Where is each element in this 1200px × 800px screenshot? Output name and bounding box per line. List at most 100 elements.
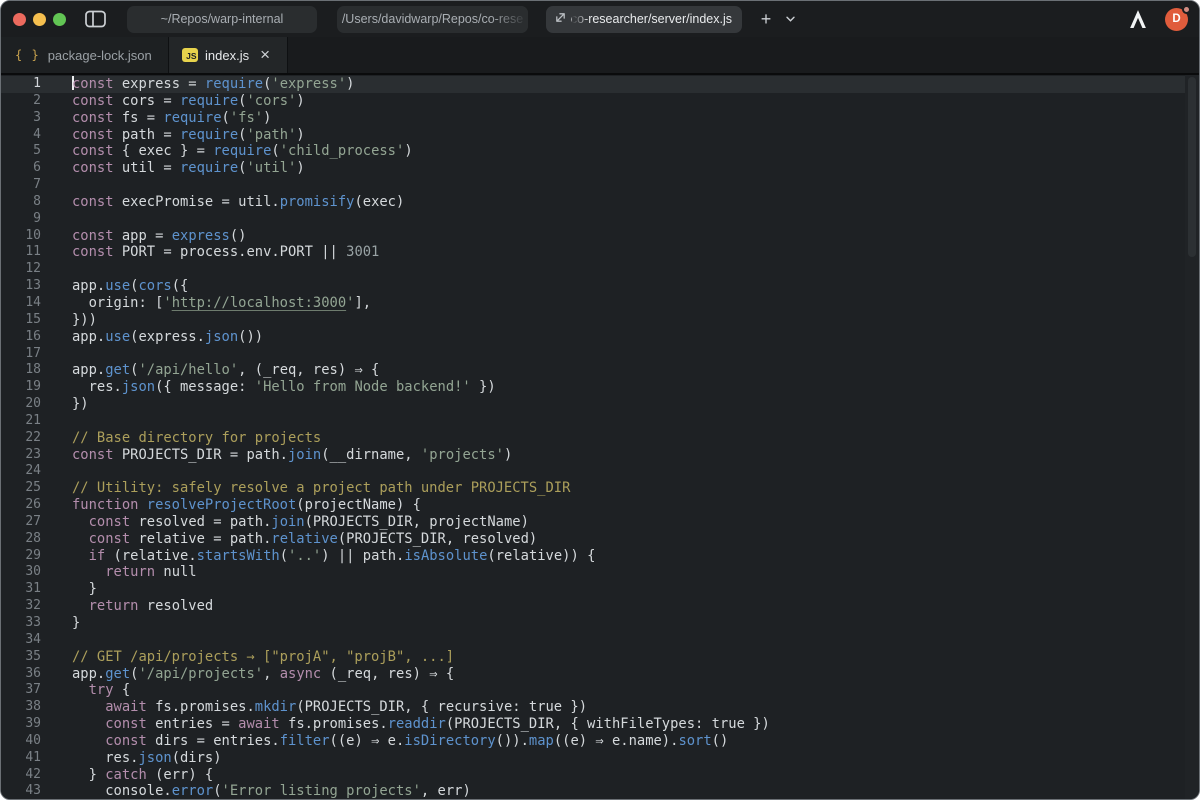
code-line[interactable]: 26function resolveProjectRoot(projectNam… — [1, 497, 1185, 514]
code-line[interactable]: 40 const dirs = entries.filter((e) ⇒ e.i… — [1, 733, 1185, 750]
line-number: 17 — [1, 346, 41, 363]
code-line[interactable]: 9 — [1, 211, 1185, 228]
code-text — [41, 177, 72, 194]
line-number: 41 — [1, 750, 41, 767]
code-line[interactable]: 11const PORT = process.env.PORT || 3001 — [1, 244, 1185, 261]
code-line[interactable]: 15})) — [1, 312, 1185, 329]
code-line[interactable]: 7 — [1, 177, 1185, 194]
new-tab-button[interactable]: + — [756, 7, 776, 31]
code-line[interactable]: 39 const entries = await fs.promises.rea… — [1, 716, 1185, 733]
line-number: 32 — [1, 598, 41, 615]
user-avatar[interactable]: D — [1165, 8, 1188, 31]
code-line[interactable]: 1const express = require('express') — [1, 76, 1185, 93]
warp-logo-icon[interactable] — [1125, 5, 1151, 33]
code-line[interactable]: 37 try { — [1, 682, 1185, 699]
sidebar-toggle-button[interactable] — [83, 7, 107, 31]
code-text: app.get('/api/projects', async (_req, re… — [41, 666, 454, 683]
code-text: // Utility: safely resolve a project pat… — [41, 480, 570, 497]
code-line[interactable]: 25// Utility: safely resolve a project p… — [1, 480, 1185, 497]
code-text: return null — [41, 564, 197, 581]
code-line[interactable]: 13app.use(cors({ — [1, 278, 1185, 295]
code-line[interactable]: 30 return null — [1, 564, 1185, 581]
code-line[interactable]: 5const { exec } = require('child_process… — [1, 143, 1185, 160]
line-number: 5 — [1, 143, 41, 160]
titlebar-tab-co-researcher[interactable]: /Users/davidwarp/Repos/co-rese — [337, 6, 528, 33]
minimize-window-button[interactable] — [33, 13, 46, 26]
code-text: } — [41, 615, 80, 632]
line-number: 18 — [1, 362, 41, 379]
code-line[interactable]: 19 res.json({ message: 'Hello from Node … — [1, 379, 1185, 396]
code-line[interactable]: 16app.use(express.json()) — [1, 329, 1185, 346]
line-number: 26 — [1, 497, 41, 514]
line-number: 10 — [1, 228, 41, 245]
file-tab-index-js-active[interactable]: JS index.js × — [169, 37, 288, 73]
titlebar-tab-label: /Users/davidwarp/Repos/co-rese — [342, 12, 523, 26]
code-text: console.error('Error listing projects', … — [41, 783, 471, 799]
code-text: res.json({ message: 'Hello from Node bac… — [41, 379, 496, 396]
code-line[interactable]: 36app.get('/api/projects', async (_req, … — [1, 666, 1185, 683]
code-text: // Base directory for projects — [41, 430, 321, 447]
titlebar-tab-index-js-active[interactable]: co-researcher/server/index.js — [546, 6, 742, 33]
line-number: 25 — [1, 480, 41, 497]
code-line[interactable]: 29 if (relative.startsWith('..') || path… — [1, 548, 1185, 565]
code-line[interactable]: 3const fs = require('fs') — [1, 110, 1185, 127]
file-tab-package-lock[interactable]: { } package-lock.json — [1, 37, 169, 73]
scrollbar[interactable] — [1185, 75, 1199, 799]
code-line[interactable]: 2const cors = require('cors') — [1, 93, 1185, 110]
code-line[interactable]: 34 — [1, 632, 1185, 649]
code-line[interactable]: 32 return resolved — [1, 598, 1185, 615]
code-text — [41, 413, 72, 430]
chevron-down-icon — [786, 16, 795, 22]
code-line[interactable]: 42 } catch (err) { — [1, 767, 1185, 784]
code-line[interactable]: 33} — [1, 615, 1185, 632]
code-line[interactable]: 31 } — [1, 581, 1185, 598]
traffic-lights — [13, 13, 66, 26]
code-text: try { — [41, 682, 130, 699]
code-line[interactable]: 20}) — [1, 396, 1185, 413]
expand-icon — [554, 11, 567, 27]
code-text: const cors = require('cors') — [41, 93, 305, 110]
tab-list-dropdown-button[interactable] — [782, 7, 798, 31]
code-line[interactable]: 38 await fs.promises.mkdir(PROJECTS_DIR,… — [1, 699, 1185, 716]
code-line[interactable]: 21 — [1, 413, 1185, 430]
line-number: 22 — [1, 430, 41, 447]
zoom-window-button[interactable] — [53, 13, 66, 26]
code-line[interactable]: 4const path = require('path') — [1, 127, 1185, 144]
code-text: const express = require('express') — [41, 76, 354, 93]
code-line[interactable]: 35// GET /api/projects → ["projA", "proj… — [1, 649, 1185, 666]
line-number: 29 — [1, 548, 41, 565]
code-text — [41, 261, 72, 278]
line-number: 33 — [1, 615, 41, 632]
line-number: 21 — [1, 413, 41, 430]
code-line[interactable]: 27 const resolved = path.join(PROJECTS_D… — [1, 514, 1185, 531]
code-text — [41, 346, 72, 363]
code-line[interactable]: 8const execPromise = util.promisify(exec… — [1, 194, 1185, 211]
code-line[interactable]: 18app.get('/api/hello', (_req, res) ⇒ { — [1, 362, 1185, 379]
line-number: 40 — [1, 733, 41, 750]
line-number: 14 — [1, 295, 41, 312]
code-line[interactable]: 24 — [1, 463, 1185, 480]
code-line[interactable]: 10const app = express() — [1, 228, 1185, 245]
code-line[interactable]: 43 console.error('Error listing projects… — [1, 783, 1185, 799]
code-text: } catch (err) { — [41, 767, 213, 784]
close-tab-button[interactable]: × — [260, 46, 270, 63]
code-line[interactable]: 22// Base directory for projects — [1, 430, 1185, 447]
scrollbar-thumb[interactable] — [1188, 77, 1196, 257]
code-text: await fs.promises.mkdir(PROJECTS_DIR, { … — [41, 699, 587, 716]
code-line[interactable]: 23const PROJECTS_DIR = path.join(__dirna… — [1, 447, 1185, 464]
titlebar-tab-warp-internal[interactable]: ~/Repos/warp-internal — [127, 6, 317, 33]
line-number: 34 — [1, 632, 41, 649]
notification-badge — [1182, 5, 1191, 14]
code-text: const execPromise = util.promisify(exec) — [41, 194, 404, 211]
code-line[interactable]: 14 origin: ['http://localhost:3000'], — [1, 295, 1185, 312]
code-editor[interactable]: 1const express = require('express')2cons… — [1, 75, 1199, 799]
code-line[interactable]: 17 — [1, 346, 1185, 363]
code-line[interactable]: 12 — [1, 261, 1185, 278]
code-line[interactable]: 41 res.json(dirs) — [1, 750, 1185, 767]
line-number: 16 — [1, 329, 41, 346]
code-line[interactable]: 6const util = require('util') — [1, 160, 1185, 177]
code-line[interactable]: 28 const relative = path.relative(PROJEC… — [1, 531, 1185, 548]
line-number: 23 — [1, 447, 41, 464]
code-text: } — [41, 581, 97, 598]
close-window-button[interactable] — [13, 13, 26, 26]
